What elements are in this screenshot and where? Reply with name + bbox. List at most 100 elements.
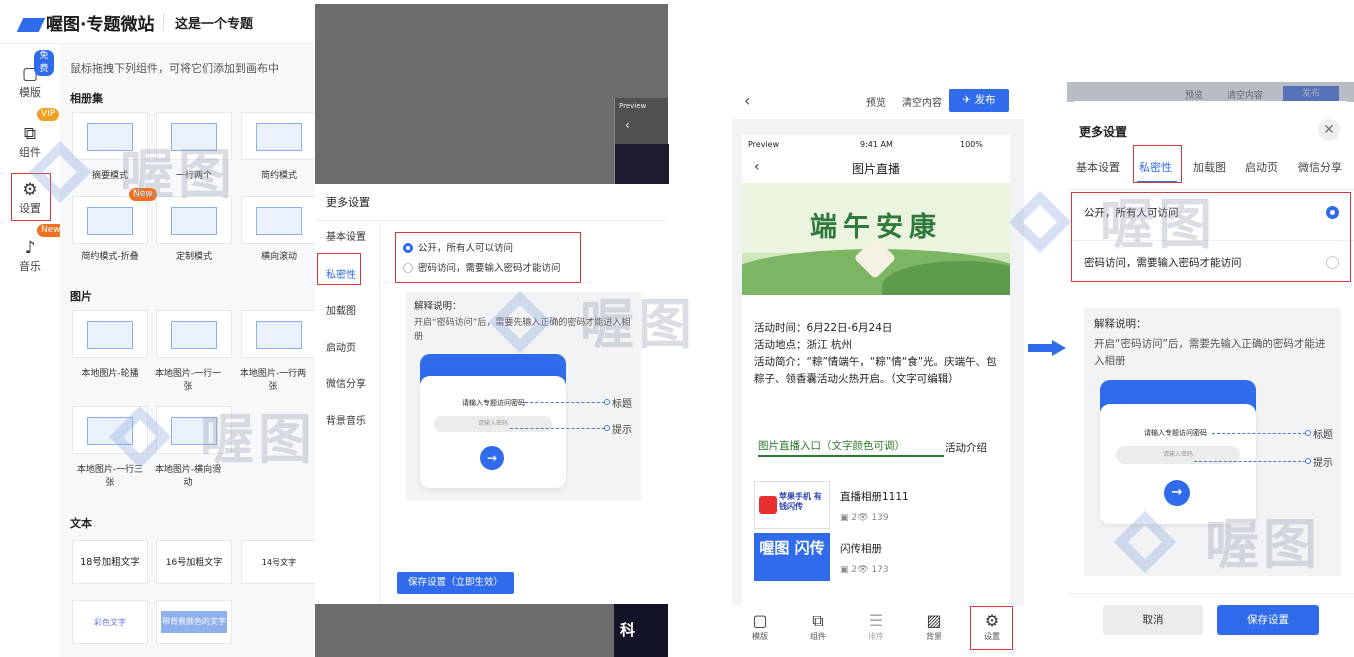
component-card[interactable] bbox=[72, 112, 148, 160]
activity-intro-link[interactable]: 活动介绍 bbox=[945, 440, 987, 455]
tab-loading[interactable]: 加载图 bbox=[1193, 159, 1226, 175]
component-card[interactable] bbox=[241, 112, 317, 160]
component-card[interactable] bbox=[156, 406, 232, 454]
thumbnail bbox=[256, 207, 302, 235]
component-label: 一行两个 bbox=[175, 171, 212, 181]
tabbar-label: 组件 bbox=[810, 632, 826, 641]
explain-box: 解释说明： 开启“密码访问”后，需要先输入正确的密码才能进入相册 请输入专题访问… bbox=[406, 292, 641, 501]
component-label: 本地图片-一行一张 bbox=[154, 369, 222, 392]
publish-button[interactable]: ✈ 发布 bbox=[949, 89, 1009, 112]
password-card-preview: 请输入专题访问密码 请输入密码 → bbox=[420, 376, 566, 488]
component-card[interactable] bbox=[72, 196, 148, 244]
thumbnail bbox=[171, 123, 217, 151]
album-views: 173 bbox=[871, 565, 889, 575]
phone-preview: Preview 9:41 AM 100% ‹ 图片直播 端午安康 活动时间：6月… bbox=[742, 135, 1010, 605]
close-icon[interactable]: ✕ bbox=[1318, 119, 1340, 141]
activity-info[interactable]: 活动时间：6月22日-6月24日 活动地点：浙江 杭州 活动简介：“粽”情端午，… bbox=[754, 320, 1002, 388]
preview-button[interactable]: 预览 bbox=[866, 94, 886, 109]
explain-box: 解释说明： 开启“密码访问”后，需要先输入正确的密码才能进入相册 请输入专题访问… bbox=[1084, 308, 1341, 576]
tab-wechat-share[interactable]: 微信分享 bbox=[1298, 159, 1342, 175]
background-icon: ▨ bbox=[926, 611, 942, 630]
clear-button[interactable]: 清空内容 bbox=[902, 94, 942, 109]
component-card[interactable] bbox=[156, 112, 232, 160]
explain-title: 解释说明： bbox=[414, 301, 462, 312]
save-settings-button[interactable]: 保存设置 bbox=[1217, 605, 1319, 635]
text-component-card[interactable]: 14号文字 bbox=[241, 540, 317, 584]
callout-line bbox=[525, 402, 605, 403]
canvas-backdrop-bottom: 科 bbox=[315, 604, 668, 657]
component-label: 简约模式-折叠 bbox=[81, 252, 139, 262]
highlight-privacy-options bbox=[395, 232, 581, 283]
callout-dot bbox=[604, 425, 610, 431]
save-settings-button[interactable]: 保存设置（立即生效） bbox=[397, 572, 514, 594]
tab-basic[interactable]: 基本设置 bbox=[326, 228, 366, 243]
cancel-button[interactable]: 取消 bbox=[1103, 605, 1203, 635]
phone-title: 图片直播 bbox=[851, 162, 900, 176]
drag-hint: 鼠标拖拽下列组件，可将它们添加到画布中 bbox=[70, 62, 279, 75]
tabbar-background[interactable]: ▨ 背景 bbox=[914, 611, 954, 642]
component-icon: ⧉ bbox=[812, 611, 824, 630]
banner-image[interactable]: 端午安康 bbox=[742, 183, 1010, 295]
project-title: 这是一个专题 bbox=[175, 17, 254, 32]
callout-title: 标题 bbox=[1313, 430, 1333, 441]
thumbnail bbox=[171, 207, 217, 235]
highlight-settings-tab bbox=[970, 606, 1013, 650]
callout-hint: 提示 bbox=[612, 425, 632, 436]
nav-label: 组件 bbox=[19, 146, 41, 159]
nav-item-template[interactable]: ▢ 模版 免费 bbox=[6, 50, 54, 100]
arrow-right-icon bbox=[1028, 340, 1068, 356]
album-name: 直播相册1111 bbox=[840, 491, 909, 503]
text-component-card[interactable]: 16号加粗文字 bbox=[156, 540, 232, 584]
music-icon: ♪ bbox=[24, 238, 36, 258]
brand-logo[interactable]: 喔图·专题微站 bbox=[16, 10, 154, 35]
nav-label: 音乐 bbox=[19, 260, 41, 273]
tab-bg-music[interactable]: 背景音乐 bbox=[326, 412, 366, 427]
component-card[interactable] bbox=[156, 196, 232, 244]
component-panel: 鼠标拖拽下列组件，可将它们添加到画布中 相册集 摘要模式 一行两个 简约模式 N… bbox=[60, 44, 317, 657]
explain-text: 开启“密码访问”后，需要先输入正确的密码才能进入相册 bbox=[1094, 338, 1326, 367]
arrow-right-icon: → bbox=[480, 446, 504, 470]
eye-icon: 👁 bbox=[857, 513, 872, 523]
mobile-editor: ‹ 预览 清空内容 ✈ 发布 Preview 9:41 AM 100% ‹ 图片… bbox=[732, 83, 1024, 657]
section-image: 图片 bbox=[70, 290, 92, 303]
callout-dot bbox=[1305, 430, 1311, 436]
tab-launch[interactable]: 启动页 bbox=[326, 339, 356, 354]
component-card[interactable] bbox=[241, 196, 317, 244]
tabbar-template[interactable]: ▢ 模版 bbox=[740, 611, 780, 642]
tab-basic[interactable]: 基本设置 bbox=[1076, 159, 1120, 175]
text-bg-sample: 带背景颜色的文字 bbox=[161, 611, 227, 633]
nav-item-component[interactable]: ⧉ 组件 VIP bbox=[6, 108, 60, 160]
album-thumbnail[interactable]: 喔图 闪传 bbox=[754, 533, 830, 581]
thumbnail bbox=[87, 321, 133, 349]
tabbar-component[interactable]: ⧉ 组件 bbox=[798, 611, 838, 642]
text-component-card[interactable]: 彩色文字 bbox=[72, 600, 148, 644]
live-entry-link[interactable]: 图片直播入口（文字颜色可调） bbox=[758, 438, 905, 453]
component-card[interactable] bbox=[72, 310, 148, 358]
album-meta: ▣ 2👁 173 bbox=[840, 565, 889, 575]
album-logo-icon bbox=[759, 496, 777, 514]
status-carrier: Preview bbox=[748, 140, 780, 149]
component-label: 本地图片-一行两张 bbox=[239, 369, 307, 392]
sheet-title: 更多设置 bbox=[1079, 125, 1128, 139]
card-input: 请输入密码 bbox=[434, 416, 552, 432]
tab-loading[interactable]: 加载图 bbox=[326, 302, 356, 317]
text-component-card[interactable]: 带背景颜色的文字 bbox=[156, 600, 232, 644]
nav-item-music[interactable]: ♪ 音乐 New bbox=[6, 224, 65, 274]
component-card[interactable] bbox=[72, 406, 148, 454]
preview-button: 预览 bbox=[1185, 91, 1204, 101]
component-card[interactable] bbox=[156, 310, 232, 358]
publish-button: 发布 bbox=[1283, 86, 1339, 102]
highlight-privacy-options bbox=[1071, 192, 1351, 282]
tab-wechat-share[interactable]: 微信分享 bbox=[326, 375, 366, 390]
component-label: 本地图片-轮播 bbox=[81, 369, 139, 379]
text-component-card[interactable]: 18号加粗文字 bbox=[72, 540, 148, 584]
tab-launch[interactable]: 启动页 bbox=[1245, 159, 1278, 175]
dimmed-header: 预览 清空内容 发布 bbox=[1067, 82, 1354, 102]
component-card[interactable] bbox=[241, 310, 317, 358]
album-views: 139 bbox=[871, 513, 889, 523]
callout-hint: 提示 bbox=[1313, 458, 1333, 469]
side-nav: ▢ 模版 免费 ⧉ 组件 VIP ⚙ 设置 ♪ 音乐 New bbox=[0, 44, 65, 657]
album-thumbnail[interactable]: 苹果手机 有钱闪传 bbox=[754, 481, 830, 529]
back-icon[interactable]: ‹ bbox=[744, 91, 750, 110]
tabbar-sort[interactable]: ☰ 排序 bbox=[856, 611, 896, 642]
